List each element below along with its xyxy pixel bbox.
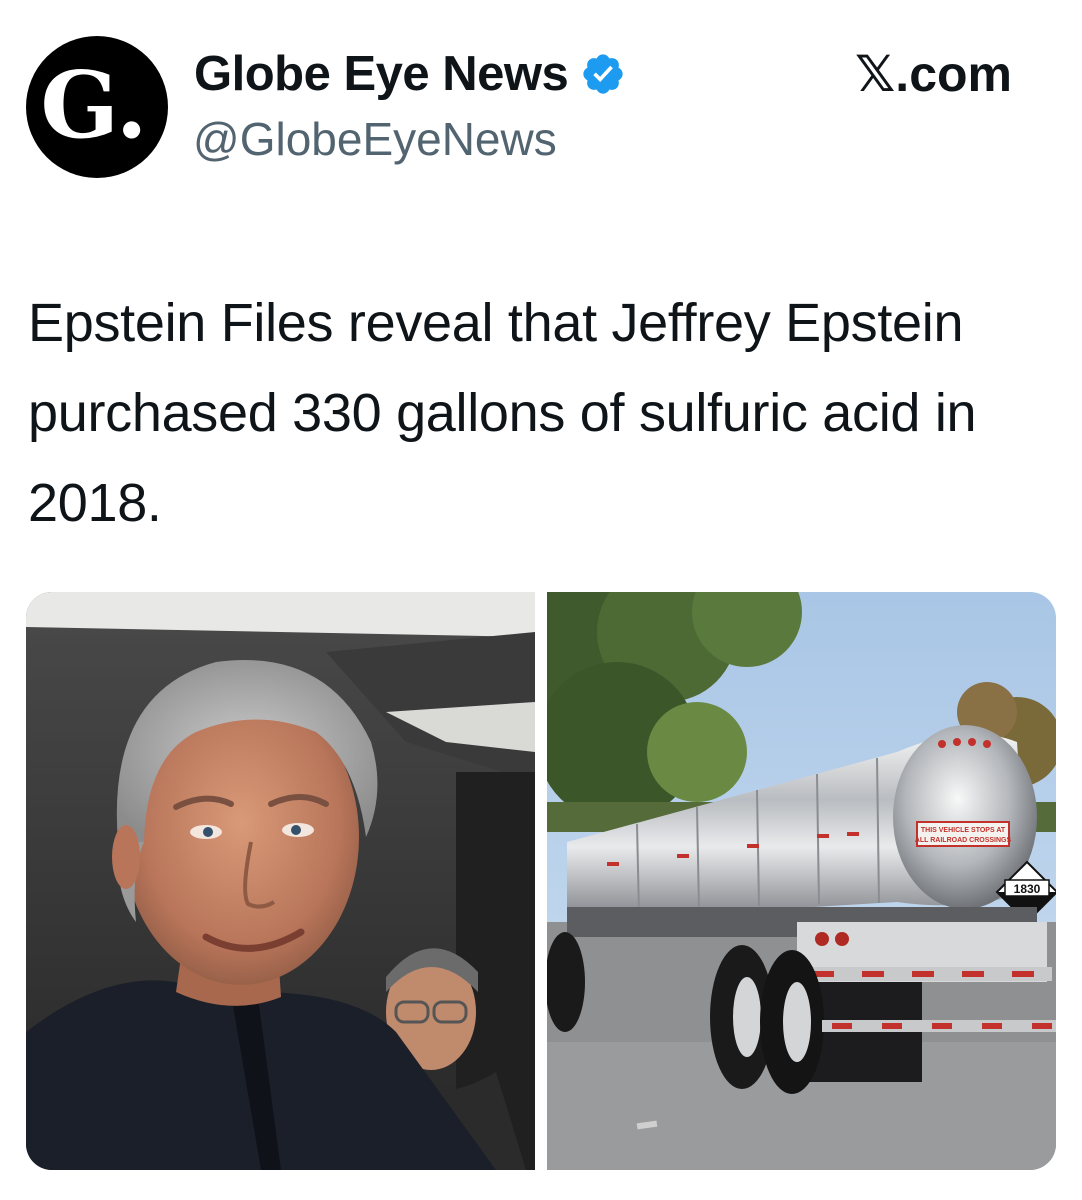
photo-portrait[interactable]: [26, 592, 535, 1170]
verified-badge-icon: [583, 54, 623, 94]
display-name[interactable]: Globe Eye News: [194, 46, 569, 102]
tanker-photo-illustration: THIS VEHICLE STOPS AT ALL RAILROAD CROSS…: [547, 592, 1056, 1170]
avatar[interactable]: G.: [26, 36, 168, 178]
avatar-logo-letter: G.: [40, 51, 148, 159]
placard-number: 1830: [1014, 882, 1041, 896]
media-grid: THIS VEHICLE STOPS AT ALL RAILROAD CROSS…: [26, 592, 1056, 1170]
tweet-text: Epstein Files reveal that Jeffrey Epstei…: [28, 293, 977, 533]
x-logo-icon: 𝕏: [855, 45, 896, 103]
tanker-sign-line-1: THIS VEHICLE STOPS AT: [921, 827, 1006, 834]
account-name-row: Globe Eye News: [194, 44, 626, 104]
account-handle[interactable]: @GlobeEyeNews: [193, 112, 557, 166]
photo-tanker-truck[interactable]: THIS VEHICLE STOPS AT ALL RAILROAD CROSS…: [547, 592, 1056, 1170]
tanker-sign-line-2: ALL RAILROAD CROSSINGS: [915, 837, 1012, 844]
portrait-photo-illustration: [26, 592, 535, 1170]
brand-suffix: .com: [895, 46, 1012, 102]
x-com-brand: 𝕏 .com: [855, 44, 1012, 104]
